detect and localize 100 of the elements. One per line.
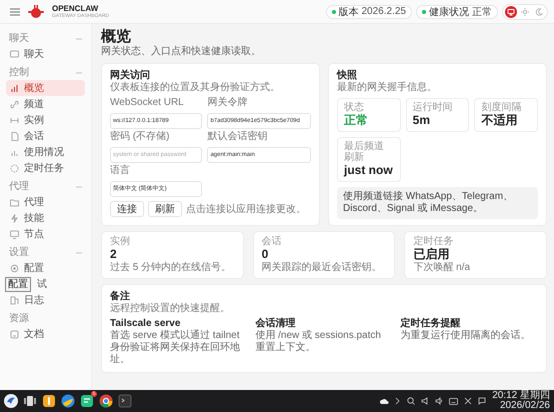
note-title: Tailscale serve xyxy=(110,318,182,330)
nav-item[interactable]: 使用情况 xyxy=(6,144,85,160)
stat-label: 运行时间 xyxy=(412,102,454,113)
page-title: 概览 xyxy=(101,28,132,45)
nav-item[interactable]: 实例 xyxy=(6,112,85,128)
section-title: 设置 xyxy=(9,246,29,258)
section-title: 控制 xyxy=(9,66,29,78)
stat-note: 网关跟踪的最近会话密钥。 xyxy=(262,262,383,274)
clock-date: 2026/02/26 xyxy=(498,401,550,411)
terminal-icon xyxy=(118,394,132,408)
hint-text: 点击连接以应用连接更改。 xyxy=(186,202,306,216)
stat-note: 过去 5 分钟内的在线信号。 xyxy=(110,262,232,274)
nav-item[interactable]: 节点 xyxy=(6,226,85,242)
nav-item[interactable]: 配置 xyxy=(6,260,85,276)
nav-item[interactable]: 概览 xyxy=(6,80,85,96)
nav-item[interactable]: 文档 xyxy=(6,326,85,342)
logo-icon xyxy=(28,4,44,18)
nav-item[interactable]: 聊天 xyxy=(6,46,85,62)
nav-item[interactable]: 代理 xyxy=(6,194,85,210)
search-icon xyxy=(407,397,416,405)
lightning-icon xyxy=(10,214,19,222)
stat-note: 下次唤醒 n/a xyxy=(413,262,472,274)
stat-value: 5m xyxy=(412,113,431,128)
note-title: 会话清理 xyxy=(255,318,296,330)
theme-option-button[interactable] xyxy=(533,6,545,18)
browser-icon xyxy=(61,394,75,408)
brand-name: OPENCLAW xyxy=(52,4,100,12)
collapse-icon xyxy=(76,36,82,40)
clock-time: 20:12 星期四 xyxy=(492,391,550,401)
nav-item[interactable]: 定时任务 xyxy=(6,160,85,176)
field-label: WebSocket URL xyxy=(110,97,185,109)
page-subtitle: 网关状态、入口点和快速健康读取。 xyxy=(101,46,262,58)
stat-value: just now xyxy=(344,163,394,178)
pill-value: 2026.2.25 xyxy=(362,6,406,17)
nav-item[interactable]: 频道 xyxy=(6,96,85,112)
megaphone-icon xyxy=(421,397,430,405)
stat-value: 0 xyxy=(262,247,270,262)
folder-icon xyxy=(10,198,19,206)
theme-option-button[interactable] xyxy=(505,6,517,18)
stat-label: 会话 xyxy=(262,236,283,247)
field-label: 网关令牌 xyxy=(207,97,248,109)
refresh-button[interactable]: 刷新 xyxy=(148,200,182,216)
gear-icon xyxy=(10,264,19,272)
stat-value: 已启用 xyxy=(413,247,450,262)
nav-item[interactable]: 技能 xyxy=(6,210,85,226)
card-description: 仪表板连接的位置及其身份验证方式。 xyxy=(110,82,281,94)
chevron-icon xyxy=(395,397,402,405)
nav-item[interactable]: 会话 xyxy=(6,128,85,144)
pill-label: 健康状况 xyxy=(429,6,469,18)
note-text: 首选 serve 模式以通过 tailnet 身份验证将网关保持在回环地址。 xyxy=(110,330,241,366)
speaker-icon xyxy=(435,397,444,405)
nav-item[interactable]: 日志 xyxy=(6,292,85,308)
collapse-icon xyxy=(76,184,82,188)
section-title: 代理 xyxy=(9,180,29,192)
chat-app-icon xyxy=(80,394,94,408)
start-icon xyxy=(4,394,18,408)
section-title: 资源 xyxy=(9,312,29,324)
field-label: 语言 xyxy=(110,165,131,177)
notice-banner: 使用频道链接 WhatsApp、Telegram、Discord、Signal 或 iMessage。 xyxy=(337,187,538,219)
dashed-circle-icon xyxy=(10,164,19,172)
pill-value: 正常 xyxy=(472,6,492,18)
field-label: 密码 (不存储) xyxy=(110,131,170,143)
bracket-icon xyxy=(10,116,19,124)
stat-label: 实例 xyxy=(110,236,131,247)
note-text: 使用 /new 或 sessions.patch 重置上下文。 xyxy=(255,330,382,354)
chat-icon xyxy=(10,50,19,58)
card-description: 最新的网关握手信息。 xyxy=(337,82,438,94)
bar-chart-icon xyxy=(10,84,19,92)
card-title: 网关访问 xyxy=(110,70,151,82)
note-title: 定时任务提醒 xyxy=(400,318,462,330)
theme-option-button[interactable] xyxy=(519,6,531,18)
card-description: 远程控制设置的快速提醒。 xyxy=(110,303,231,315)
field-label: 默认会话密钥 xyxy=(207,131,268,143)
nav-item[interactable]: 配置 试 xyxy=(6,276,85,292)
stat-value: 不适用 xyxy=(481,113,518,128)
chrome-icon xyxy=(99,394,113,408)
note-text: 为重复运行使用隔离的会话。 xyxy=(400,330,532,342)
message-icon xyxy=(478,397,486,405)
collapse-icon xyxy=(76,70,82,74)
stat-label: 定时任务 xyxy=(413,236,454,247)
connect-button[interactable]: 连接 xyxy=(110,200,144,216)
app-icon xyxy=(42,394,56,408)
cloud-icon xyxy=(380,398,390,404)
card-title: 快照 xyxy=(337,70,358,82)
windows-icon xyxy=(23,394,37,408)
stat-label: 刻度间隔 xyxy=(481,102,522,113)
document-icon xyxy=(10,132,19,140)
stat-label: 最后频道刷新 xyxy=(344,141,385,163)
stat-value: 2 xyxy=(110,247,118,262)
pill-label: 版本 xyxy=(338,6,358,18)
section-title: 聊天 xyxy=(9,32,29,44)
link-icon xyxy=(10,100,19,108)
collapse-icon xyxy=(76,250,82,254)
menu-icon xyxy=(10,8,20,16)
tooltip: 配置 xyxy=(5,276,31,292)
keyboard-icon xyxy=(449,398,458,404)
stat-label: 状态 xyxy=(344,102,365,113)
card-title: 备注 xyxy=(110,291,131,303)
stat-value: 正常 xyxy=(344,113,369,128)
monitor-icon xyxy=(10,230,19,238)
